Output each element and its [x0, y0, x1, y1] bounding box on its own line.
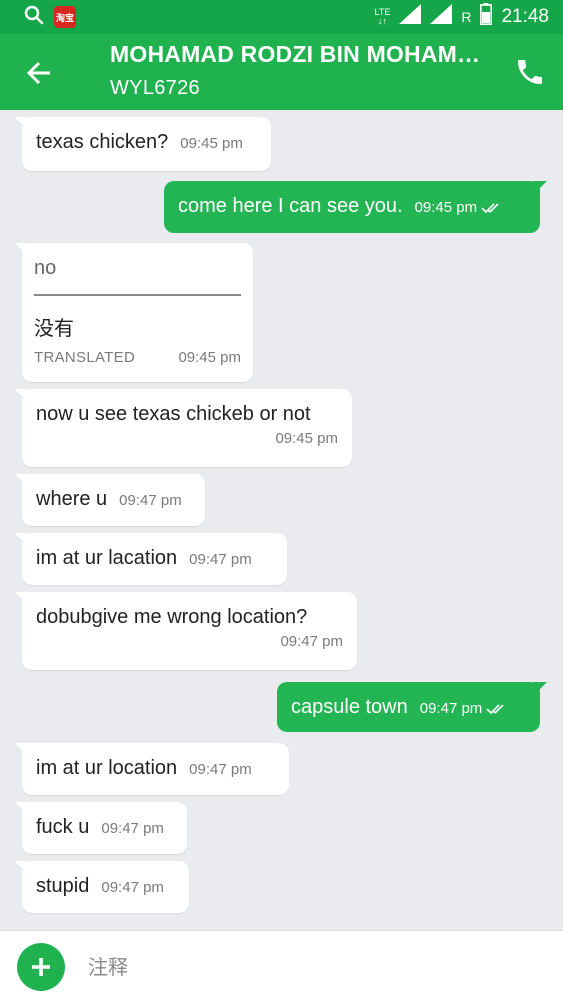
network-type-indicator: LTE ↓↑	[374, 7, 391, 26]
status-bar: 淘宝 LTE ↓↑ R 21:48	[0, 0, 563, 34]
message-text: come here I can see you.	[178, 195, 403, 217]
battery-icon	[480, 3, 493, 31]
message-text: capsule town	[291, 696, 408, 718]
message-bubble-incoming[interactable]: im at ur lacation 09:47 pm	[15, 533, 287, 585]
message-time: 09:47 pm	[280, 633, 343, 650]
contact-name: MOHAMAD RODZI BIN MOHAM…	[110, 41, 481, 67]
taobao-app-icon: 淘宝	[54, 6, 76, 28]
message-time: 09:47 pm	[101, 879, 164, 896]
comment-input[interactable]	[88, 945, 528, 989]
message-text: dobubgive me wrong location?	[36, 606, 308, 628]
message-text: im at ur location	[36, 757, 178, 779]
message-bubble-translated[interactable]: no 没有 TRANSLATED 09:45 pm	[15, 243, 253, 382]
message-time: 09:45 pm	[415, 199, 506, 216]
message-bubble-incoming[interactable]: im at ur location 09:47 pm	[15, 743, 289, 795]
message-time: 09:45 pm	[178, 349, 241, 366]
message-time: 09:45 pm	[180, 135, 243, 152]
message-time: 09:47 pm	[420, 700, 511, 717]
message-time: 09:45 pm	[275, 430, 338, 447]
message-time: 09:47 pm	[189, 551, 252, 568]
composer-bar	[0, 930, 563, 1000]
call-button[interactable]	[510, 52, 550, 92]
translated-label: TRANSLATED	[34, 349, 136, 366]
double-check-icon	[486, 704, 504, 715]
roaming-indicator: R	[461, 9, 472, 25]
message-bubble-incoming[interactable]: stupid 09:47 pm	[15, 861, 189, 913]
message-text: where u	[36, 488, 108, 510]
message-bubble-incoming[interactable]: texas chicken? 09:45 pm	[15, 117, 271, 171]
message-time-value: 09:47 pm	[419, 700, 483, 717]
message-bubble-incoming[interactable]: fuck u 09:47 pm	[15, 802, 187, 854]
message-time: 09:47 pm	[119, 492, 182, 509]
add-attachment-button[interactable]	[17, 943, 65, 991]
message-time-value: 09:45 pm	[414, 199, 478, 216]
message-bubble-incoming[interactable]: where u 09:47 pm	[15, 474, 205, 526]
message-bubble-incoming[interactable]: now u see texas chickeb or not 09:45 pm	[15, 389, 352, 467]
message-bubble-outgoing[interactable]: come here I can see you. 09:45 pm	[164, 181, 547, 233]
vehicle-plate: WYL6726	[110, 77, 200, 99]
network-type-label: LTE	[374, 7, 391, 17]
plus-icon	[32, 958, 50, 976]
message-text: now u see texas chickeb or not	[36, 403, 311, 425]
message-text: fuck u	[36, 816, 90, 838]
search-icon	[24, 5, 44, 30]
message-text: stupid	[36, 875, 90, 897]
message-time: 09:47 pm	[189, 761, 252, 778]
message-text: texas chicken?	[36, 131, 169, 153]
double-check-icon	[481, 203, 499, 214]
original-text: no	[34, 257, 57, 279]
clock: 21:48	[501, 6, 549, 27]
phone-icon	[518, 60, 542, 84]
message-time: 09:47 pm	[101, 820, 164, 837]
message-bubble-outgoing[interactable]: capsule town 09:47 pm	[277, 682, 547, 732]
message-bubble-incoming[interactable]: dobubgive me wrong location? 09:47 pm	[15, 592, 357, 670]
message-list[interactable]: texas chicken? 09:45 pm come here I can …	[0, 110, 563, 930]
back-button[interactable]	[22, 56, 56, 90]
signal-strength-icon	[399, 4, 422, 30]
signal-strength-icon-2	[430, 4, 453, 30]
translated-text: 没有	[34, 316, 74, 340]
arrow-left-icon	[26, 61, 50, 85]
message-text: im at ur lacation	[36, 547, 178, 569]
chat-header: MOHAMAD RODZI BIN MOHAM… WYL6726	[0, 34, 563, 110]
